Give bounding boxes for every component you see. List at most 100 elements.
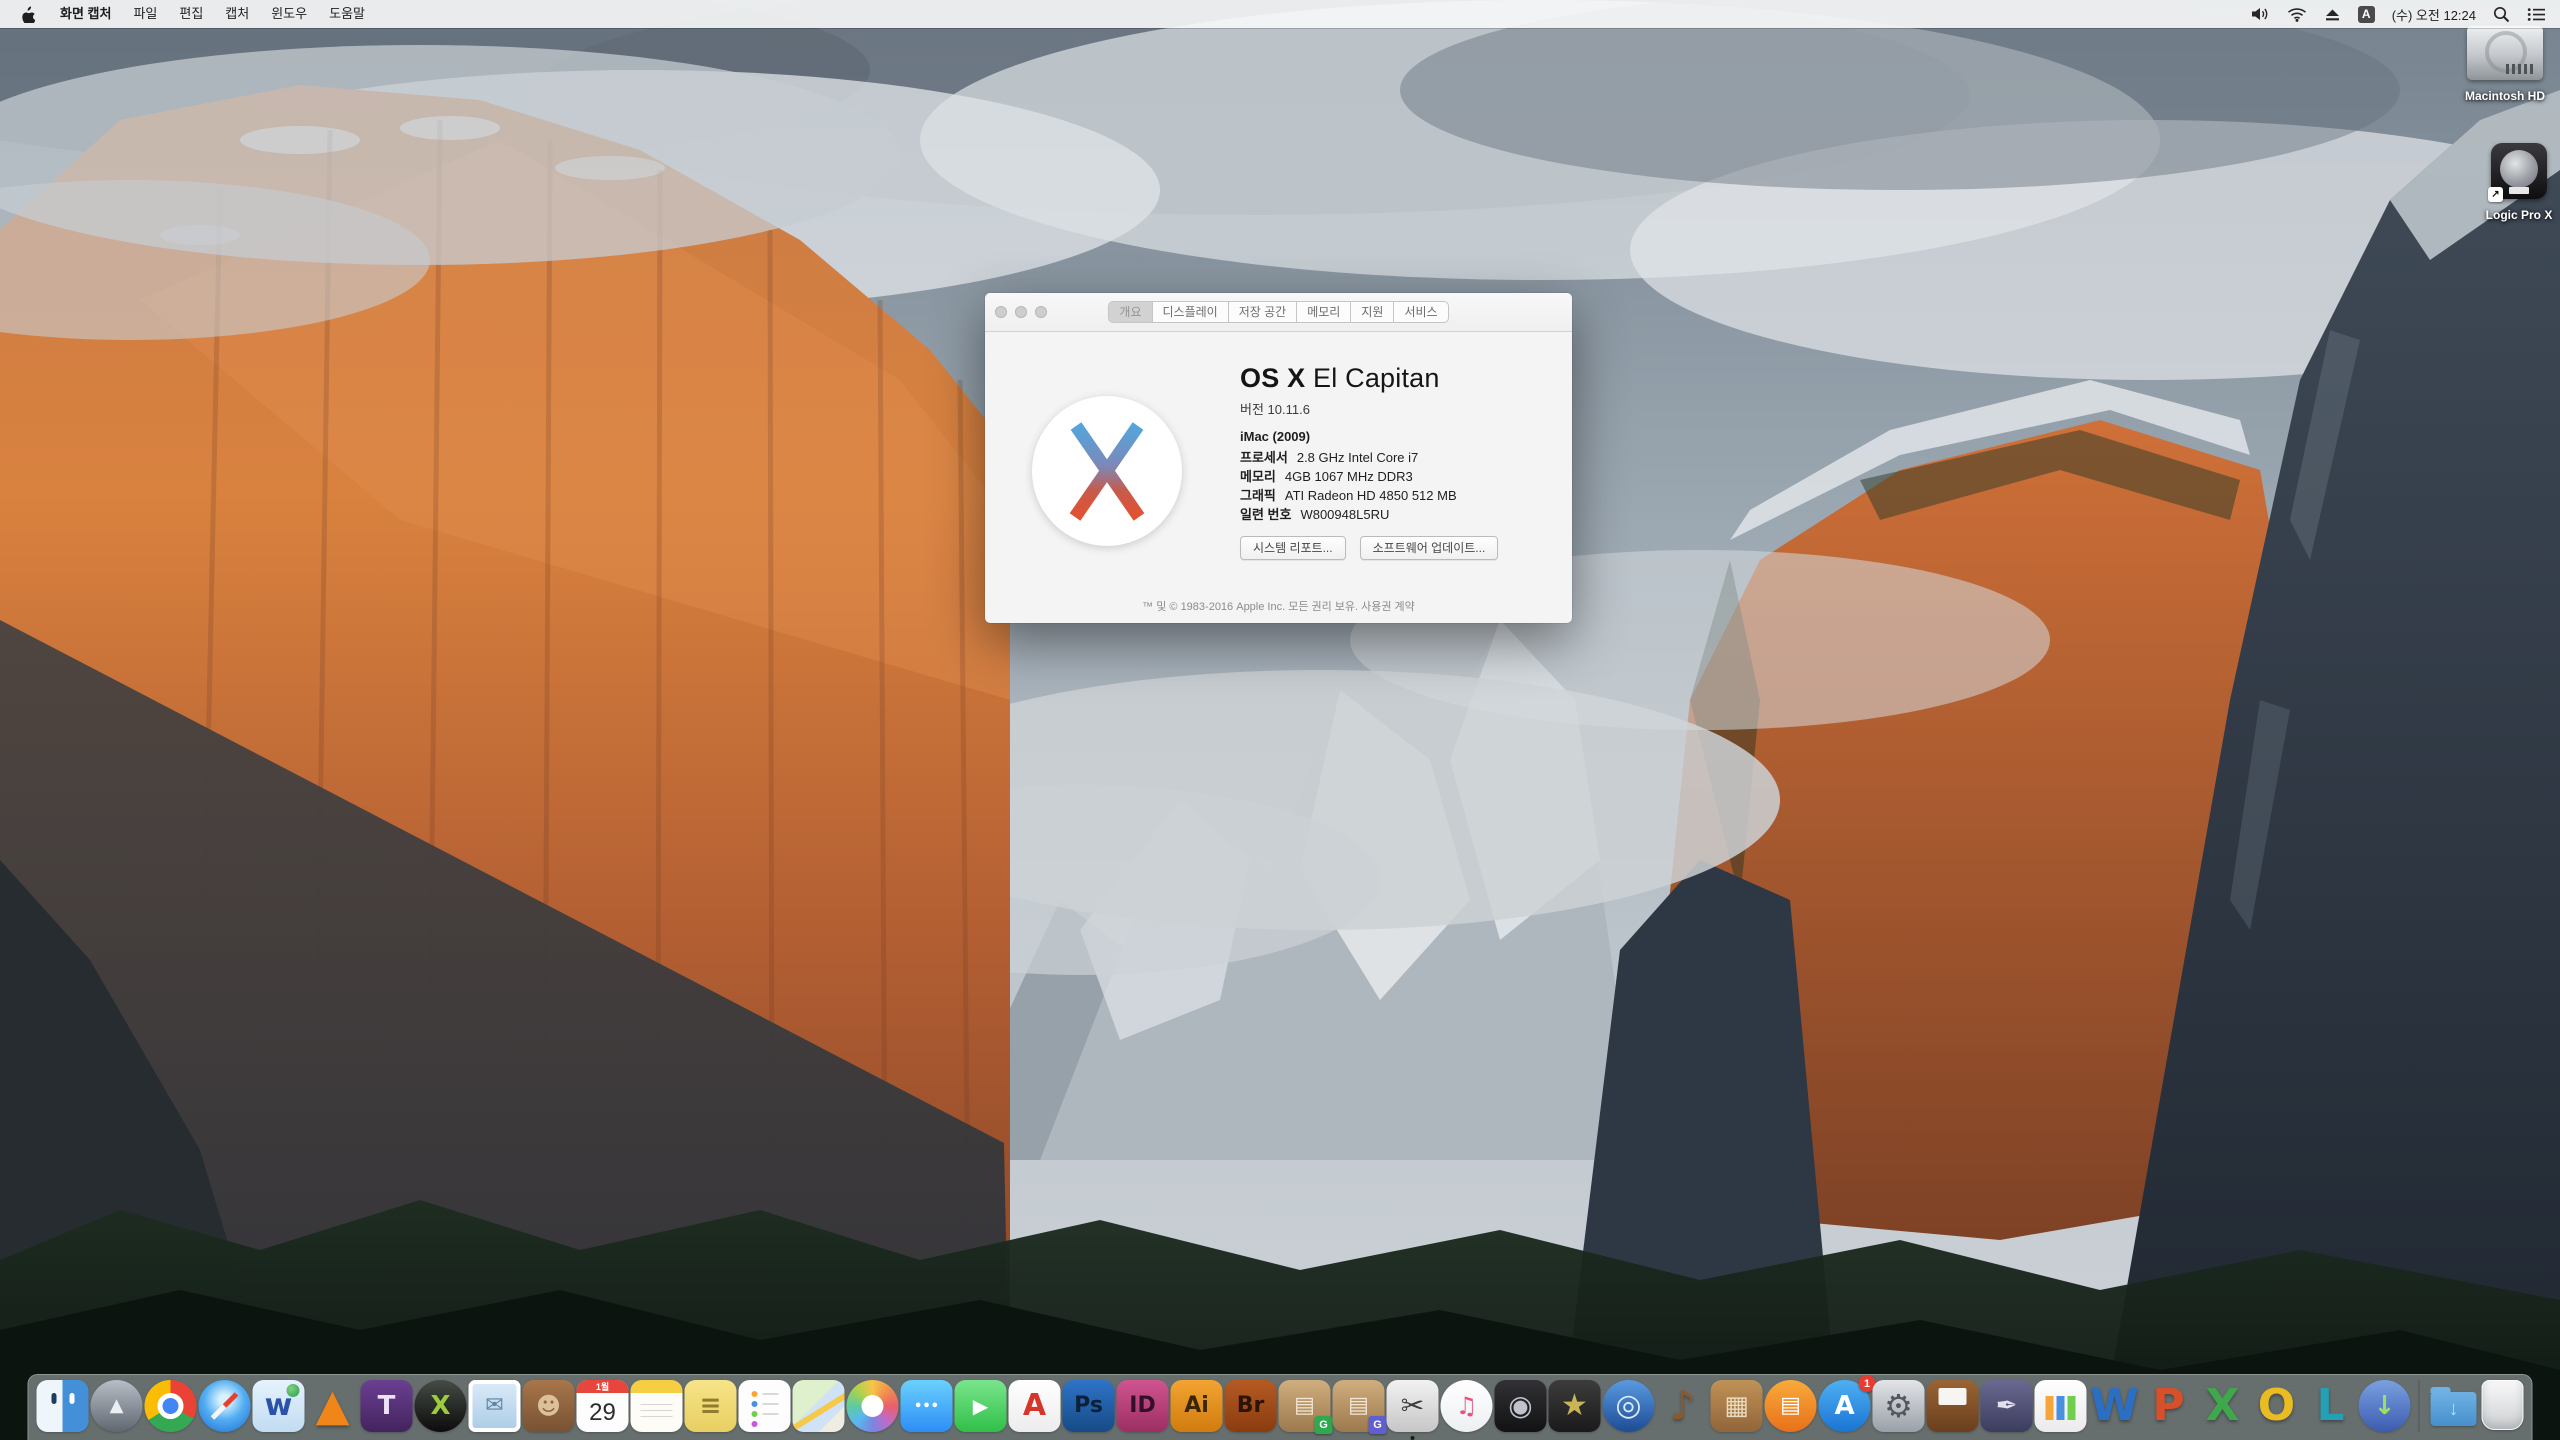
dock-reminders[interactable] [738, 1380, 791, 1432]
apple-menu[interactable] [16, 5, 49, 23]
eject-icon[interactable] [2324, 7, 2341, 22]
facetime-glyph: ▶ [972, 1394, 989, 1418]
dock-word[interactable]: W [2089, 1380, 2141, 1432]
dock-system-preferences[interactable]: ⚙ [1872, 1380, 1925, 1432]
garageband-glyph: ♪ [1669, 1383, 1696, 1429]
dock-downloads-folder[interactable]: ↓ [2428, 1380, 2480, 1432]
menu-1[interactable]: 파일 [122, 0, 168, 28]
dock-download-manager[interactable]: ↓ [2358, 1380, 2411, 1432]
dock-calendar[interactable]: 1월 29 [576, 1380, 629, 1432]
dock-excel[interactable]: X [2197, 1380, 2249, 1432]
dock-ibooks[interactable]: ▤ [1764, 1380, 1817, 1432]
volume-icon[interactable] [2251, 6, 2270, 22]
menu-2[interactable]: 편집 [168, 0, 214, 28]
bridge-glyph: Br [1236, 1393, 1265, 1418]
calendar-header: 1월 [576, 1380, 629, 1393]
dock-indesign[interactable]: ID [1116, 1380, 1169, 1432]
dock-x-dark-app[interactable]: X [414, 1380, 467, 1432]
about-button-0[interactable]: 시스템 리포트... [1240, 536, 1346, 560]
dock-chrome[interactable] [144, 1380, 197, 1432]
tab-0[interactable]: 개요 [1109, 302, 1153, 322]
word-glyph: W [2090, 1380, 2139, 1431]
dock-keynote[interactable] [1926, 1380, 1979, 1432]
dock-stickies[interactable]: ≡ [684, 1380, 737, 1432]
tab-2[interactable]: 저장 공간 [1229, 302, 1298, 322]
dock-numbers[interactable] [2034, 1380, 2087, 1432]
dock-outlook[interactable]: O [2251, 1380, 2303, 1432]
about-this-mac-window[interactable]: 개요 디스플레이 저장 공간 메모리 지원 서비스 OS X El Capitan 버전 … [985, 293, 1572, 623]
dock-stuffit-expander[interactable]: ▤ G [1278, 1380, 1333, 1434]
close-button[interactable] [995, 306, 1007, 318]
spec-label: 프로세서 [1240, 450, 1288, 465]
minimize-button[interactable] [1015, 306, 1027, 318]
about-button-1[interactable]: 소프트웨어 업데이트... [1359, 536, 1499, 560]
powerpoint-glyph: P [2152, 1380, 2185, 1431]
dock-pages[interactable]: ✒ [1980, 1380, 2033, 1432]
copyright-footer: ™ 및 © 1983-2016 Apple Inc. 모든 권리 보유. 사용권… [1142, 601, 1415, 613]
dock-photos[interactable] [846, 1380, 899, 1432]
dock-w-globe-app[interactable]: w [252, 1380, 305, 1432]
machine-model: iMac (2009) [1240, 429, 1311, 444]
toast-glyph: T [377, 1391, 396, 1421]
dock-mail[interactable]: ✉ [468, 1380, 521, 1432]
tab-1[interactable]: 디스플레이 [1153, 302, 1229, 322]
dock-acrobat-reader[interactable]: A [1008, 1380, 1061, 1432]
input-source-menu[interactable]: A [2357, 5, 2375, 23]
dvd-player-glyph: ◎ [1615, 1388, 1642, 1423]
contacts-glyph: ☻ [535, 1392, 562, 1420]
desktop-icon-macintosh-hd[interactable]: Macintosh HD [2450, 26, 2560, 103]
dock-separator [2418, 1380, 2420, 1432]
dock-imovie[interactable]: ★ [1548, 1380, 1601, 1432]
tab-4[interactable]: 지원 [1351, 302, 1395, 322]
spotlight-icon[interactable] [2493, 6, 2510, 23]
dock-facetime[interactable]: ▶ [954, 1380, 1007, 1432]
dock-logic-pro[interactable]: ◉ [1494, 1380, 1547, 1432]
about-tabs: 개요 디스플레이 저장 공간 메모리 지원 서비스 [1108, 301, 1449, 323]
alias-arrow-badge: ↗ [2488, 187, 2503, 202]
tab-5[interactable]: 서비스 [1394, 302, 1447, 322]
dock-screen-capture[interactable]: ✂ [1386, 1380, 1439, 1440]
dock-toast[interactable]: T [360, 1380, 413, 1432]
mail-glyph: ✉ [485, 1393, 504, 1418]
traffic-lights [995, 306, 1047, 318]
dock-dvd-player[interactable]: ◎ [1602, 1380, 1655, 1432]
dock-safari[interactable] [198, 1380, 251, 1432]
dock-messages[interactable]: ••• [900, 1380, 953, 1432]
spec-row-0: 프로세서 2.8 GHz Intel Core i7 [1240, 448, 1457, 467]
menu-0[interactable]: 화면 캡처 [49, 0, 122, 28]
about-buttons: 시스템 리포트... 소프트웨어 업데이트... [1240, 536, 1499, 560]
spec-value: 4GB 1067 MHz DDR3 [1284, 469, 1413, 484]
tab-3[interactable]: 메모리 [1297, 302, 1352, 322]
dock-maps[interactable] [792, 1380, 845, 1432]
dock-corkboard-app[interactable]: ▦ [1710, 1380, 1763, 1432]
dock-photoshop[interactable]: Ps [1062, 1380, 1115, 1432]
dock-launchpad[interactable]: ▲ [90, 1380, 143, 1432]
dock-app-store[interactable]: A1 [1818, 1375, 1876, 1432]
messages-glyph: ••• [914, 1398, 939, 1414]
dock-contacts[interactable]: ☻ [522, 1380, 575, 1432]
menu-4[interactable]: 윈도우 [260, 0, 318, 28]
dock-notes[interactable] [630, 1380, 683, 1432]
menu-3[interactable]: 캡처 [214, 0, 260, 28]
dock-trash[interactable] [2481, 1380, 2524, 1430]
spec-row-1: 메모리 4GB 1067 MHz DDR3 [1240, 467, 1457, 486]
dock-bridge[interactable]: Br [1224, 1380, 1277, 1432]
excel-glyph: X [2205, 1380, 2240, 1431]
zoom-button[interactable] [1035, 306, 1047, 318]
menu-5[interactable]: 도움말 [318, 0, 376, 28]
wifi-icon[interactable] [2287, 7, 2307, 22]
dock-illustrator[interactable]: Ai [1170, 1380, 1223, 1432]
dock-finder[interactable] [36, 1380, 89, 1432]
desktop-icon-logic-pro-x[interactable]: ↗ Logic Pro X [2464, 143, 2560, 222]
dock-lync[interactable]: L [2305, 1380, 2357, 1432]
dock-garageband[interactable]: ♪ [1657, 1380, 1709, 1432]
dock-dropstuff[interactable]: ▤ G [1332, 1380, 1387, 1434]
menu-clock[interactable]: (수) 오전 12:24 [2392, 5, 2476, 24]
os-title-primary: OS X [1240, 363, 1306, 393]
dock-itunes[interactable]: ♫ [1440, 1380, 1493, 1432]
window-titlebar[interactable]: 개요 디스플레이 저장 공간 메모리 지원 서비스 [985, 293, 1572, 332]
dock-powerpoint[interactable]: P [2143, 1380, 2195, 1432]
dock-vlc[interactable]: ▲ [307, 1380, 359, 1432]
notification-center-icon[interactable] [2527, 7, 2546, 22]
spec-row-3: 일련 번호 W800948L5RU [1240, 505, 1457, 524]
